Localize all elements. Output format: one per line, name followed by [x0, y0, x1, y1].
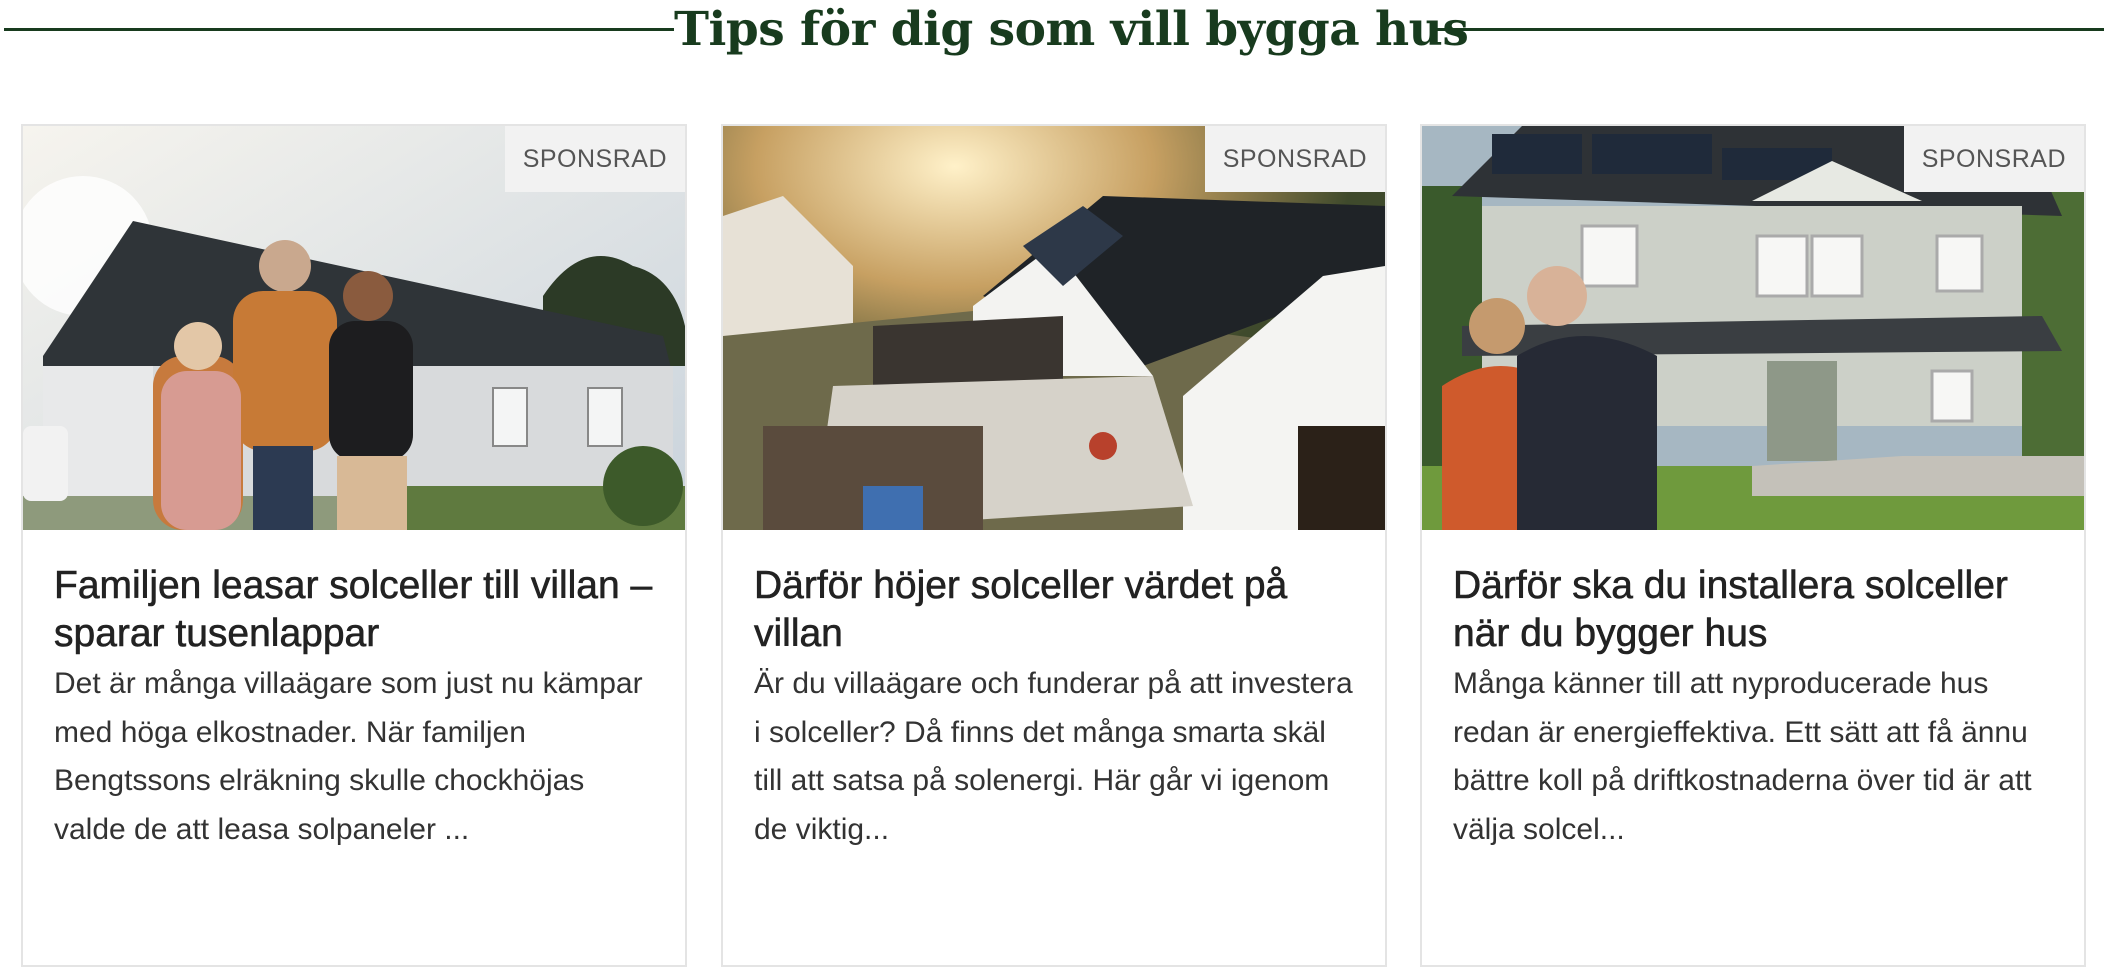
article-title-2[interactable]: Därför höjer solceller värdet på villan: [754, 562, 1361, 658]
sponsored-badge-3: SPONSRAD: [1903, 126, 2084, 192]
header-rule-right: [1432, 28, 2104, 31]
article-excerpt-3: Många känner till att nyproducerade hus …: [1453, 667, 2032, 846]
header-rule-left: [4, 28, 674, 31]
sponsored-badge-2: SPONSRAD: [1204, 126, 1385, 192]
article-card-2[interactable]: SPONSRAD Därför höjer solceller värdet p…: [721, 124, 1387, 967]
article-image-2[interactable]: SPONSRAD: [723, 126, 1385, 530]
article-excerpt-1: Det är många villaägare som just nu kämp…: [54, 667, 643, 846]
section-title: Tips för dig som vill bygga hus: [674, 2, 1469, 57]
article-card-1[interactable]: SPONSRAD Familjen leasar solceller till …: [21, 124, 687, 967]
article-image-3[interactable]: SPONSRAD: [1422, 126, 2084, 530]
article-title-3[interactable]: Därför ska du installera solceller när d…: [1453, 562, 2060, 658]
article-card-3[interactable]: SPONSRAD Därför ska du installera solcel…: [1420, 124, 2086, 967]
article-title-1[interactable]: Familjen leasar solceller till villan – …: [54, 562, 661, 658]
sponsored-badge-1: SPONSRAD: [504, 126, 685, 192]
article-excerpt-2: Är du villaägare och funderar på att inv…: [754, 667, 1353, 846]
article-image-1[interactable]: SPONSRAD: [23, 126, 685, 530]
section-header: Tips för dig som vill bygga hus: [0, 0, 2104, 60]
